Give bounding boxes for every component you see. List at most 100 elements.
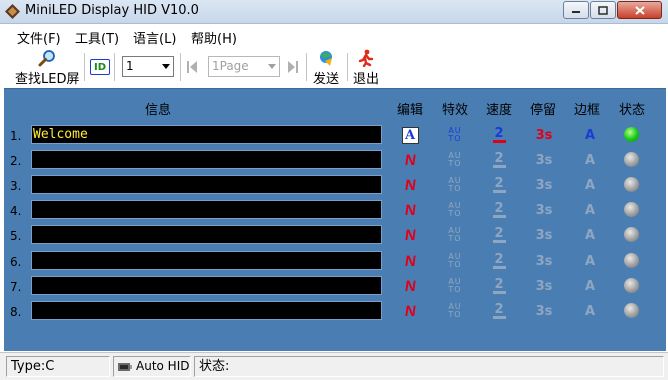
message-field[interactable] [31, 200, 382, 219]
message-field[interactable] [31, 251, 382, 270]
border-icon[interactable]: A [579, 150, 601, 170]
id-label: ID [93, 61, 107, 73]
effect-auto-icon[interactable]: AUTO [444, 125, 466, 145]
status-indicator-icon[interactable] [624, 127, 639, 142]
speed-label: 2 [494, 226, 504, 241]
row-number: 1. [10, 129, 22, 143]
speed-icon[interactable]: 2 [488, 150, 510, 170]
stay-time-icon[interactable]: 3s [533, 150, 555, 170]
effect-label: AUTO [448, 252, 462, 269]
speed-icon[interactable]: 2 [488, 175, 510, 195]
message-field[interactable] [31, 175, 382, 194]
status-indicator-icon[interactable] [624, 152, 639, 167]
border-icon[interactable]: A [579, 251, 601, 271]
edit-new-icon[interactable]: N [399, 276, 421, 296]
speed-bar-icon [492, 291, 506, 294]
menu-bar: 文件(F) 工具(T) 语言(L) 帮助(H) [0, 25, 668, 47]
header-effect: 特效 [442, 103, 469, 118]
speed-icon[interactable]: 2 [488, 251, 510, 271]
menu-language[interactable]: 语言(L) [133, 28, 176, 47]
find-led-button[interactable]: 查找LED屏 [15, 49, 79, 87]
effect-auto-icon[interactable]: AUTO [444, 251, 466, 271]
speed-icon[interactable]: 2 [488, 125, 510, 145]
edit-new-icon[interactable]: N [399, 200, 421, 220]
border-icon[interactable]: A [579, 200, 601, 220]
maximize-button[interactable] [590, 1, 616, 19]
menu-tools[interactable]: 工具(T) [75, 28, 119, 47]
effect-label: AUTO [448, 277, 462, 294]
edit-new-icon[interactable]: N [399, 301, 421, 321]
last-page-icon[interactable] [287, 60, 299, 74]
status-indicator-icon[interactable] [624, 253, 639, 268]
effect-auto-icon[interactable]: AUTO [444, 276, 466, 296]
exit-button[interactable]: 退出 [353, 49, 379, 87]
status-indicator-icon[interactable] [624, 227, 639, 242]
effect-auto-icon[interactable]: AUTO [444, 175, 466, 195]
toolbar: 查找LED屏 ID 1 1Page 发送 退出 [4, 47, 666, 87]
border-icon[interactable]: A [579, 301, 601, 321]
edit-new-icon[interactable]: N [399, 251, 421, 271]
edit-label: N [403, 151, 417, 169]
toolbar-separator [114, 53, 115, 81]
speed-icon[interactable]: 2 [488, 225, 510, 245]
stay-time-icon[interactable]: 3s [533, 175, 555, 195]
stay-time-icon[interactable]: 3s [533, 301, 555, 321]
edit-new-icon[interactable]: N [399, 150, 421, 170]
send-button[interactable]: 发送 [313, 49, 339, 87]
stay-label: 3s [535, 303, 553, 319]
speed-icon[interactable]: 2 [488, 276, 510, 296]
border-icon[interactable]: A [579, 125, 601, 145]
effect-auto-icon[interactable]: AUTO [444, 200, 466, 220]
status-panel: 状态: [194, 356, 664, 377]
status-indicator-icon[interactable] [624, 278, 639, 293]
edit-new-icon[interactable]: N [399, 225, 421, 245]
edit-text-icon[interactable]: A [399, 125, 421, 145]
stay-time-icon[interactable]: 3s [533, 276, 555, 296]
effect-label: AUTO [448, 201, 462, 218]
message-field[interactable] [31, 225, 382, 244]
toolbar-separator [306, 53, 307, 81]
border-icon[interactable]: A [579, 225, 601, 245]
toolbar-separator [347, 53, 348, 81]
speed-bar-icon [492, 190, 506, 193]
effect-auto-icon[interactable]: AUTO [444, 150, 466, 170]
status-indicator-icon[interactable] [624, 303, 639, 318]
border-icon[interactable]: A [579, 175, 601, 195]
border-icon[interactable]: A [579, 276, 601, 296]
stay-time-icon[interactable]: 3s [533, 125, 555, 145]
stay-time-icon[interactable]: 3s [533, 225, 555, 245]
menu-file[interactable]: 文件(F) [17, 28, 61, 47]
stay-time-icon[interactable]: 3s [533, 200, 555, 220]
border-label: A [584, 303, 596, 319]
edit-label: N [403, 302, 417, 320]
minimize-button[interactable] [563, 1, 589, 19]
status-bar: Type:C Auto HID 状态: [0, 352, 668, 380]
send-icon [320, 51, 332, 66]
message-field[interactable]: Welcome [31, 125, 382, 144]
stay-label: 3s [535, 253, 553, 269]
message-field[interactable] [31, 301, 382, 320]
page-select[interactable]: 1Page [208, 56, 280, 77]
speed-icon[interactable]: 2 [488, 301, 510, 321]
stay-time-icon[interactable]: 3s [533, 251, 555, 271]
hid-panel: Auto HID [113, 356, 191, 377]
id-select[interactable]: 1 [122, 56, 174, 77]
speed-icon[interactable]: 2 [488, 200, 510, 220]
edit-new-icon[interactable]: N [399, 175, 421, 195]
close-button[interactable] [617, 1, 662, 19]
menu-help[interactable]: 帮助(H) [191, 28, 237, 47]
header-stay: 停留 [530, 103, 557, 118]
speed-bar-icon [492, 240, 506, 243]
status-indicator-icon[interactable] [624, 202, 639, 217]
effect-auto-icon[interactable]: AUTO [444, 301, 466, 321]
edit-label: N [403, 226, 417, 244]
id-select-value: 1 [126, 59, 134, 73]
message-field[interactable] [31, 276, 382, 295]
message-field[interactable] [31, 150, 382, 169]
first-page-icon[interactable] [186, 60, 198, 74]
toolbar-separator [180, 53, 181, 81]
effect-auto-icon[interactable]: AUTO [444, 225, 466, 245]
header-status: 状态 [619, 103, 646, 118]
header-border: 边框 [574, 103, 601, 118]
status-indicator-icon[interactable] [624, 177, 639, 192]
